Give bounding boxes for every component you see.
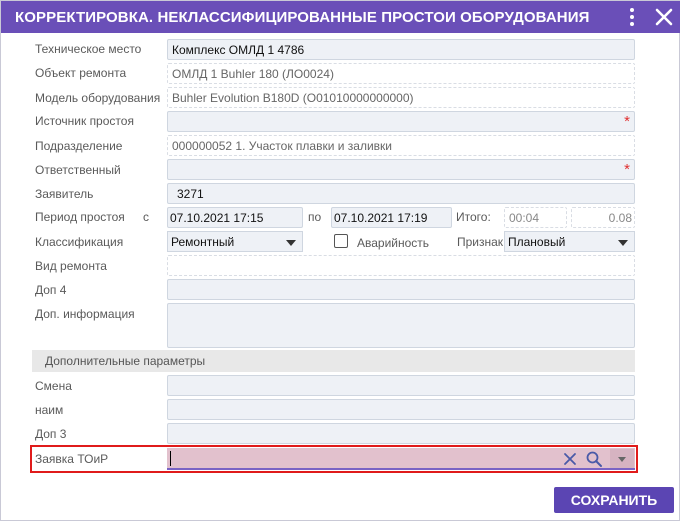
- shift-label: Смена: [35, 379, 72, 393]
- period-total-hours: 0.08: [571, 207, 635, 228]
- extra-info-textarea[interactable]: [167, 303, 635, 348]
- period-total-label: Итого:: [456, 210, 491, 224]
- clear-x-icon[interactable]: [561, 450, 579, 468]
- required-mark: *: [624, 161, 630, 178]
- applicant-label: Заявитель: [35, 187, 94, 201]
- applicant-field[interactable]: 3271: [167, 183, 635, 204]
- extra4-label: Доп 4: [35, 283, 67, 297]
- period-label: Период простоя: [35, 210, 125, 224]
- close-icon[interactable]: [653, 6, 675, 28]
- department-label: Подразделение: [35, 139, 123, 153]
- period-to-field[interactable]: 07.10.2021 17:19: [331, 207, 452, 228]
- period-total-time: 00:04: [504, 207, 567, 228]
- repair-type-label: Вид ремонта: [35, 259, 107, 273]
- extra4-field[interactable]: [167, 279, 635, 300]
- toir-request-field[interactable]: [167, 448, 635, 470]
- period-from-field[interactable]: 07.10.2021 17:15: [167, 207, 303, 228]
- chevron-down-icon: [618, 240, 628, 246]
- more-vertical-icon[interactable]: [623, 5, 643, 29]
- department-field: 000000052 1. Участок плавки и заливки: [167, 135, 635, 156]
- period-from-label: с: [143, 210, 149, 224]
- save-button[interactable]: СОХРАНИТЬ: [554, 487, 674, 513]
- tech-place-label: Техническое место: [35, 42, 142, 56]
- extra-info-label: Доп. информация: [35, 307, 135, 321]
- search-icon[interactable]: [585, 450, 603, 468]
- chevron-down-icon[interactable]: [610, 449, 634, 468]
- repair-object-field: ОМЛД 1 Buhler 180 (ЛО0024): [167, 63, 635, 84]
- sign-label: Признак: [457, 235, 504, 249]
- dialog-window: КОРРЕКТИРОВКА. НЕКЛАССИФИЦИРОВАННЫЕ ПРОС…: [0, 0, 680, 521]
- classification-select[interactable]: Ремонтный: [167, 231, 303, 252]
- toir-request-label: Заявка ТОиР: [35, 452, 109, 466]
- additional-params-header: Дополнительные параметры: [32, 350, 635, 372]
- text-cursor: [170, 451, 171, 466]
- sign-value: Плановый: [508, 235, 566, 249]
- naim-label: наим: [35, 403, 64, 417]
- extra3-field[interactable]: [167, 423, 635, 444]
- repair-type-field: [167, 255, 635, 276]
- tech-place-field[interactable]: Комплекс ОМЛД 1 4786: [167, 39, 635, 60]
- shift-field[interactable]: [167, 375, 635, 396]
- required-mark: *: [624, 113, 630, 130]
- equipment-model-field: Buhler Evolution B180D (O01010000000000): [167, 87, 635, 108]
- chevron-down-icon: [286, 240, 296, 246]
- sign-select[interactable]: Плановый: [504, 231, 635, 252]
- period-to-label: по: [308, 210, 322, 224]
- naim-field[interactable]: [167, 399, 635, 420]
- window-title: КОРРЕКТИРОВКА. НЕКЛАССИФИЦИРОВАННЫЕ ПРОС…: [15, 9, 590, 26]
- downtime-source-label: Источник простоя: [35, 114, 134, 128]
- repair-object-label: Объект ремонта: [35, 66, 127, 80]
- emergency-label: Аварийность: [357, 236, 430, 250]
- responsible-field[interactable]: *: [167, 159, 635, 180]
- classification-value: Ремонтный: [171, 235, 235, 249]
- extra3-label: Доп 3: [35, 427, 67, 441]
- downtime-source-field[interactable]: *: [167, 111, 635, 132]
- equipment-model-label: Модель оборудования: [35, 91, 161, 105]
- emergency-checkbox[interactable]: [334, 234, 348, 248]
- classification-label: Классификация: [35, 235, 124, 249]
- title-bar: КОРРЕКТИРОВКА. НЕКЛАССИФИЦИРОВАННЫЕ ПРОС…: [1, 1, 680, 33]
- responsible-label: Ответственный: [35, 163, 121, 177]
